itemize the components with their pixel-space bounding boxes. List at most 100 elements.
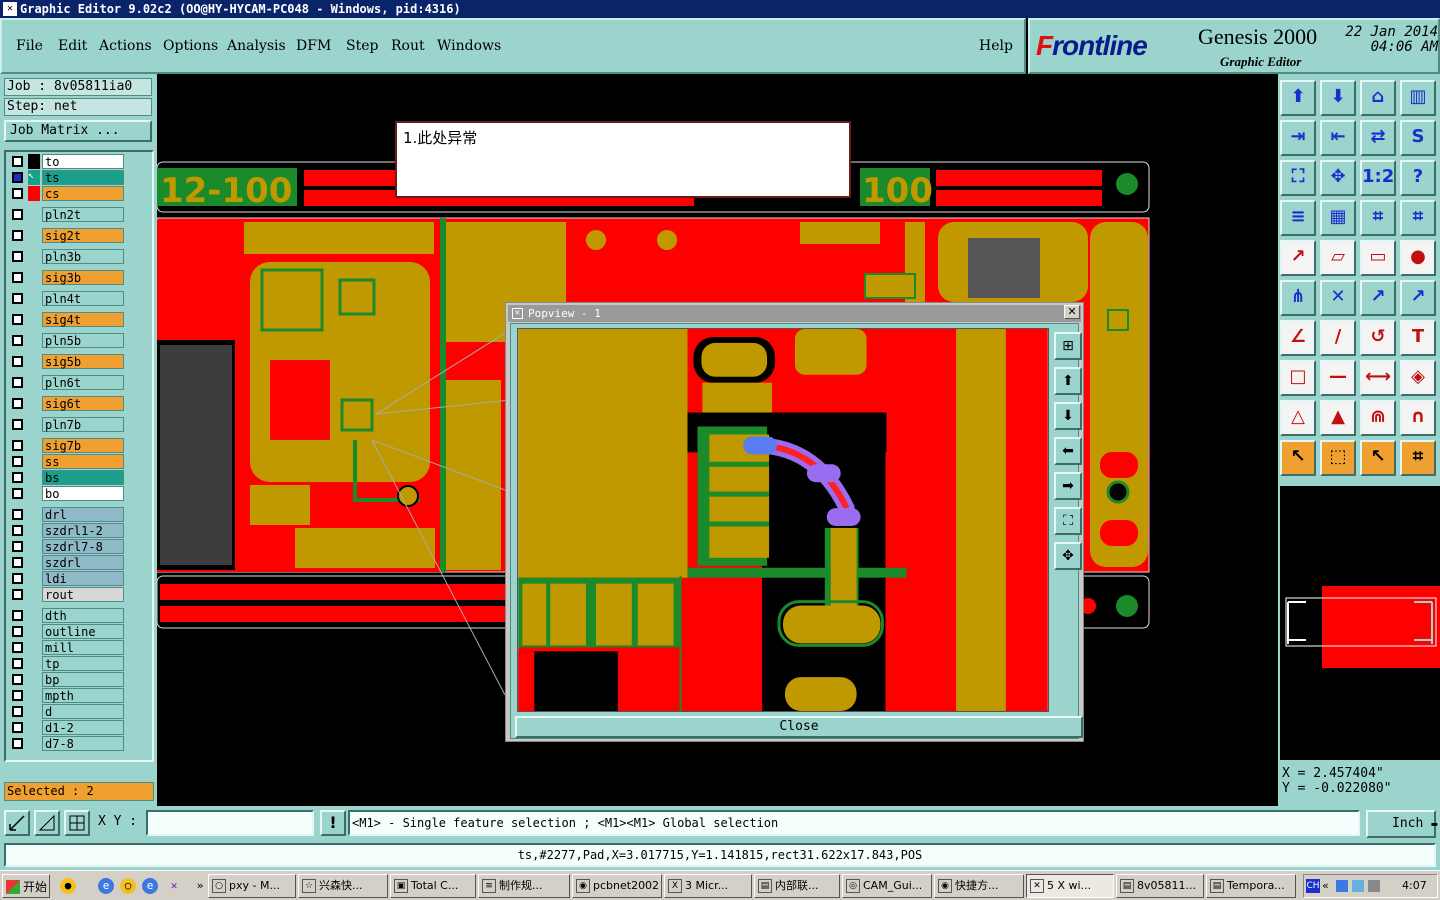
tray-clock[interactable]: 4:07 <box>1402 875 1427 897</box>
layer-row[interactable]: sig4t <box>8 312 150 327</box>
angle-icon[interactable]: ∠ <box>1280 320 1316 356</box>
trim-icon[interactable]: — <box>1320 360 1356 396</box>
layer-row[interactable]: sig2t <box>8 228 150 243</box>
pan-right-icon[interactable]: ➡ <box>1054 472 1082 500</box>
text-icon[interactable]: T <box>1400 320 1436 356</box>
layer-row[interactable]: pln2t <box>8 207 150 222</box>
network-icon[interactable]: ⋔ <box>1280 280 1316 316</box>
group-icon[interactable]: ◈ <box>1400 360 1436 396</box>
tray-volume-icon[interactable] <box>1368 880 1380 892</box>
cross-icon[interactable]: ✕ <box>1320 280 1356 316</box>
grid-icon[interactable]: ▦ <box>1320 200 1356 236</box>
triangle-icon[interactable]: △ <box>1280 400 1316 436</box>
snap-grid-icon[interactable] <box>64 810 90 836</box>
layer-checkbox[interactable] <box>12 398 23 409</box>
tray-app-icon[interactable] <box>1352 880 1364 892</box>
layer-row[interactable]: sig5b <box>8 354 150 369</box>
arch-alt-icon[interactable]: ∩ <box>1400 400 1436 436</box>
layer-checkbox[interactable] <box>12 541 23 552</box>
taskbar-task[interactable]: ☆ 兴森快... <box>298 874 388 898</box>
layer-row[interactable]: outline <box>8 624 150 639</box>
taskbar-task[interactable]: ▣ Total C... <box>390 874 476 898</box>
net-check-icon[interactable]: ⌗ <box>1360 200 1396 236</box>
layer-row[interactable]: ↖ ts <box>8 170 150 185</box>
overview-drawing[interactable] <box>1280 486 1440 760</box>
layer-row[interactable]: bo <box>8 486 150 501</box>
fit-icon[interactable]: ⛶ <box>1280 160 1316 196</box>
layer-checkbox[interactable] <box>12 658 23 669</box>
popview-close-button[interactable]: Close <box>515 716 1083 738</box>
tray-expand-icon[interactable]: « <box>1322 875 1329 897</box>
pan-up-icon[interactable]: ⬆ <box>1054 367 1082 395</box>
layer-checkbox[interactable] <box>12 172 23 183</box>
popview-title-bar[interactable]: ✕ Popview - 1 <box>508 305 1081 322</box>
select-net-icon[interactable]: ⌗ <box>1400 440 1436 476</box>
layer-row[interactable]: to <box>8 154 150 169</box>
ime-indicator[interactable]: CH <box>1306 879 1320 893</box>
layer-row[interactable]: dth <box>8 608 150 623</box>
layer-row[interactable]: bp <box>8 672 150 687</box>
xy-input[interactable] <box>146 810 314 836</box>
layer-checkbox[interactable] <box>12 440 23 451</box>
select-multi-icon[interactable]: ↖ <box>1360 440 1396 476</box>
unit-selector[interactable]: Inch ▬ <box>1366 810 1437 838</box>
layer-checkbox[interactable] <box>12 209 23 220</box>
annotation-note[interactable]: 1.此处异常 <box>395 121 851 198</box>
layer-row[interactable]: pln3b <box>8 249 150 264</box>
layer-checkbox[interactable] <box>12 293 23 304</box>
layer-in-icon[interactable]: ⇥ <box>1280 120 1316 156</box>
taskbar-task[interactable]: ◎ CAM_Gui... <box>842 874 932 898</box>
layer-checkbox[interactable] <box>12 573 23 584</box>
layer-checkbox[interactable] <box>12 738 23 749</box>
layer-down-icon[interactable]: ⬇ <box>1320 80 1356 116</box>
taskbar-task[interactable]: ○ pxy - M... <box>208 874 296 898</box>
zoom-area-icon[interactable] <box>4 810 30 836</box>
select-box-icon[interactable]: ⬚ <box>1320 440 1356 476</box>
quicklaunch-more-icon[interactable]: » <box>192 878 208 894</box>
quicklaunch-globe-icon[interactable]: e <box>142 878 158 894</box>
layer-checkbox[interactable] <box>12 557 23 568</box>
layer-row[interactable]: pln5b <box>8 333 150 348</box>
layer-checkbox[interactable] <box>12 456 23 467</box>
zoom-in-icon[interactable]: ⊞ <box>1054 332 1082 360</box>
layer-checkbox[interactable] <box>12 472 23 483</box>
arch-icon[interactable]: ⋒ <box>1360 400 1396 436</box>
layer-checkbox[interactable] <box>12 509 23 520</box>
pan-down-icon[interactable]: ⬇ <box>1054 402 1082 430</box>
layer-checkbox[interactable] <box>12 525 23 536</box>
layer-up-icon[interactable]: ⬆ <box>1280 80 1316 116</box>
menu-edit[interactable]: Edit <box>58 38 87 54</box>
quicklaunch-clock-icon[interactable]: ○ <box>120 878 136 894</box>
layer-checkbox[interactable] <box>12 722 23 733</box>
menu-rout[interactable]: Rout <box>391 38 425 54</box>
layer-checkbox[interactable] <box>12 610 23 621</box>
pan-left-icon[interactable]: ⬅ <box>1054 437 1082 465</box>
split-icon[interactable]: ▥ <box>1400 80 1436 116</box>
dimension-icon[interactable]: ⟷ <box>1360 360 1396 396</box>
taskbar-task[interactable]: ◉ 快捷方... <box>934 874 1024 898</box>
taskbar-task[interactable]: ◉ pcbnet2002 <box>572 874 662 898</box>
quicklaunch-people-icon[interactable]: ● <box>60 878 76 894</box>
warning-icon[interactable]: ! <box>320 810 346 836</box>
layer-row[interactable]: cs <box>8 186 150 201</box>
move-icon[interactable]: □ <box>1280 360 1316 396</box>
arc-icon[interactable]: ↺ <box>1360 320 1396 356</box>
layer-checkbox[interactable] <box>12 626 23 637</box>
layer-checkbox[interactable] <box>12 156 23 167</box>
pad-icon[interactable]: ● <box>1400 240 1436 276</box>
select-pointer-icon[interactable]: ↖ <box>1280 440 1316 476</box>
menu-analysis[interactable]: Analysis <box>227 38 286 54</box>
menu-dfm[interactable]: DFM <box>296 38 331 54</box>
layer-row[interactable]: tp <box>8 656 150 671</box>
layer-row[interactable]: mpth <box>8 688 150 703</box>
layer-row[interactable]: ss <box>8 454 150 469</box>
layer-checkbox[interactable] <box>12 377 23 388</box>
layer-checkbox[interactable] <box>12 251 23 262</box>
layer-checkbox[interactable] <box>12 674 23 685</box>
taskbar-task[interactable]: X3 Micr... <box>664 874 752 898</box>
layer-row[interactable]: sig3b <box>8 270 150 285</box>
connect-icon[interactable]: ↗ <box>1360 280 1396 316</box>
layer-checkbox[interactable] <box>12 589 23 600</box>
measure-icon[interactable] <box>34 810 60 836</box>
popview-zoom-canvas[interactable] <box>517 328 1049 712</box>
